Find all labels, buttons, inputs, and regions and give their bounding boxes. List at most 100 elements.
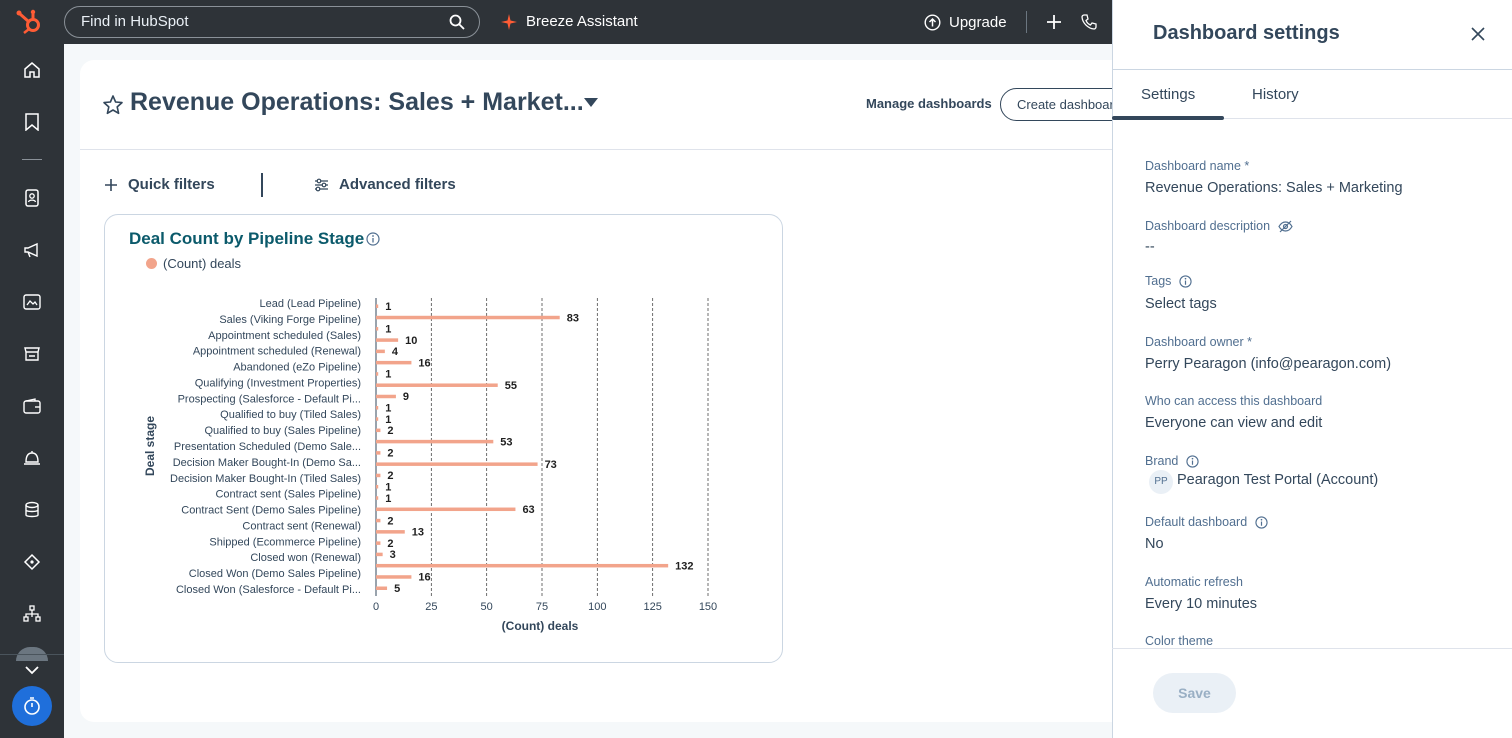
sliders-icon <box>315 178 328 191</box>
bar <box>376 360 412 365</box>
search-input[interactable]: Find in HubSpot <box>64 6 480 38</box>
data-label: 55 <box>505 380 517 392</box>
bar <box>376 541 381 545</box>
reporting-icon[interactable] <box>20 602 44 626</box>
x-tick-label: 150 <box>699 601 717 613</box>
category-label: Qualified to buy (Sales Pipeline) <box>204 425 361 437</box>
data-label: 16 <box>418 572 430 584</box>
upgrade-button[interactable]: Upgrade <box>924 0 1007 44</box>
plus-icon[interactable] <box>1044 12 1064 32</box>
data-label: 1 <box>385 481 391 493</box>
page-title[interactable]: Revenue Operations: Sales + Market... <box>130 88 584 117</box>
nav-divider-bottom <box>0 654 64 655</box>
bar <box>376 575 412 579</box>
advanced-filters-label: Advanced filters <box>339 176 456 193</box>
database-icon[interactable] <box>20 498 44 522</box>
upgrade-label: Upgrade <box>949 13 1007 31</box>
dashboard-description-value[interactable]: -- <box>1145 239 1155 255</box>
data-label: 73 <box>545 459 557 471</box>
data-label: 16 <box>418 357 430 369</box>
content-icon[interactable] <box>20 290 44 314</box>
color-theme-label-text: Color theme <box>1145 634 1214 648</box>
data-label: 10 <box>405 335 417 347</box>
info-icon[interactable] <box>1186 454 1199 468</box>
data-label: 2 <box>387 538 393 550</box>
dashboard-description-label-text: Dashboard description <box>1145 219 1271 233</box>
category-label: Decision Maker Bought-In (Demo Sa... <box>173 457 361 469</box>
breeze-label: Breeze Assistant <box>526 13 638 30</box>
automation-icon[interactable] <box>20 550 44 574</box>
filters-divider <box>261 173 263 197</box>
data-label: 13 <box>412 527 424 539</box>
data-label: 3 <box>390 549 396 561</box>
dashboard-owner-label: Dashboard owner * <box>1145 335 1252 349</box>
info-icon[interactable] <box>366 232 380 246</box>
x-tick-label: 100 <box>588 601 606 613</box>
dashboard-name-value[interactable]: Revenue Operations: Sales + Marketing <box>1145 180 1403 196</box>
save-button[interactable]: Save <box>1153 673 1236 713</box>
default-dashboard-value[interactable]: No <box>1145 536 1164 552</box>
search-icon <box>449 14 465 30</box>
category-label: Contract sent (Sales Pipeline) <box>215 489 361 501</box>
quick-filters-button[interactable]: Quick filters <box>104 176 215 193</box>
timer-button[interactable] <box>12 686 52 726</box>
advanced-filters-button[interactable]: Advanced filters <box>314 176 456 193</box>
tab-history[interactable]: History <box>1252 86 1299 103</box>
contacts-icon[interactable] <box>20 186 44 210</box>
caret-down-icon[interactable] <box>584 98 598 108</box>
brand-value[interactable]: Pearagon Test Portal (Account) <box>1177 472 1378 488</box>
wallet-icon[interactable] <box>20 394 44 418</box>
panel-header-divider <box>1112 69 1512 70</box>
x-tick-label: 125 <box>643 601 661 613</box>
brand-label: Brand <box>1145 454 1199 468</box>
brand-avatar: PP <box>1149 470 1173 494</box>
data-label: 83 <box>567 312 579 324</box>
bar <box>376 327 379 331</box>
bar <box>376 338 399 342</box>
bar <box>376 473 381 478</box>
legend-swatch <box>146 258 157 269</box>
bar <box>376 383 498 387</box>
info-icon[interactable] <box>1255 515 1268 529</box>
x-axis-label: (Count) deals <box>502 619 579 633</box>
category-label: Qualifying (Investment Properties) <box>195 377 361 389</box>
bar <box>376 496 379 500</box>
legend-label: (Count) deals <box>163 256 242 271</box>
dashboard-owner-value[interactable]: Perry Pearagon (info@pearagon.com) <box>1145 356 1391 372</box>
brand-label-text: Brand <box>1145 454 1179 468</box>
info-icon[interactable] <box>1179 274 1193 288</box>
header-divider <box>80 149 1120 150</box>
tab-settings[interactable]: Settings <box>1141 86 1195 103</box>
chevron-down-icon[interactable] <box>20 658 44 682</box>
sparkle-icon <box>501 14 517 30</box>
report-title[interactable]: Deal Count by Pipeline Stage <box>129 229 364 249</box>
bookmark-icon[interactable] <box>20 110 44 134</box>
automatic-refresh-value[interactable]: Every 10 minutes <box>1145 596 1257 612</box>
eye-off-icon[interactable] <box>1278 220 1293 233</box>
data-label: 9 <box>403 391 409 403</box>
home-icon[interactable] <box>20 58 44 82</box>
access-label-text: Who can access this dashboard <box>1145 394 1323 408</box>
bar <box>376 349 385 354</box>
access-value[interactable]: Everyone can view and edit <box>1145 415 1322 431</box>
access-label: Who can access this dashboard <box>1145 394 1322 408</box>
megaphone-icon[interactable] <box>20 238 44 262</box>
manage-dashboards-link[interactable]: Manage dashboards <box>866 96 992 111</box>
hubspot-logo-icon[interactable] <box>14 8 44 36</box>
left-navigation <box>0 44 64 738</box>
data-label: 2 <box>387 515 393 527</box>
bar <box>376 394 396 399</box>
breeze-assistant-button[interactable]: Breeze Assistant <box>500 0 638 44</box>
chart-legend[interactable]: (Count) deals <box>146 256 241 271</box>
quick-filters-label: Quick filters <box>128 176 215 193</box>
category-label: Sales (Viking Forge Pipeline) <box>219 314 361 326</box>
topbar-divider <box>1026 11 1027 33</box>
service-icon[interactable] <box>20 446 44 470</box>
category-label: Appointment scheduled (Renewal) <box>193 346 361 358</box>
star-icon[interactable] <box>102 94 124 116</box>
tags-select[interactable]: Select tags <box>1145 296 1217 312</box>
dashboard-name-label-text: Dashboard name * <box>1145 159 1250 173</box>
commerce-icon[interactable] <box>20 342 44 366</box>
close-icon[interactable] <box>1468 24 1488 44</box>
phone-icon[interactable] <box>1080 13 1098 31</box>
